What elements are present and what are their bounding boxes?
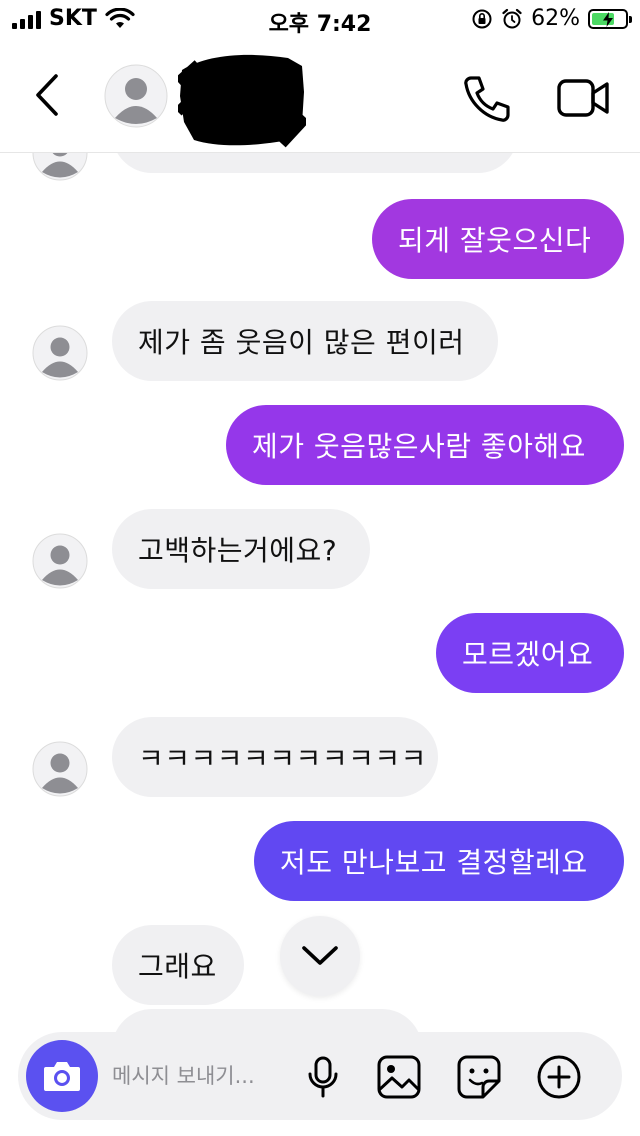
plus-circle-icon[interactable] — [536, 1054, 582, 1100]
message-thread[interactable]: 되게 잘웃으신다 제가 좀 웃음이 많은 편이러 제가 웃음많은사람 좋아해요 … — [0, 153, 640, 1033]
scroll-to-bottom-button[interactable] — [280, 916, 360, 996]
incoming-message-bubble[interactable] — [112, 153, 518, 173]
outgoing-message-bubble[interactable]: 저도 만나보고 결정할레요 — [254, 821, 624, 901]
status-right: 62% — [471, 6, 632, 31]
sender-avatar[interactable] — [32, 533, 88, 589]
image-icon[interactable] — [376, 1054, 422, 1100]
sender-avatar[interactable] — [32, 153, 88, 181]
alarm-icon — [502, 8, 522, 28]
camera-icon — [44, 1062, 80, 1091]
video-camera-icon — [557, 79, 609, 117]
incoming-message-bubble[interactable]: 고백하는거에요? — [112, 509, 370, 589]
incoming-message-bubble[interactable]: 제가 좀 웃음이 많은 편이러 — [112, 301, 498, 381]
chevron-down-icon — [302, 946, 338, 965]
sticker-icon[interactable] — [456, 1054, 502, 1100]
battery-icon — [588, 8, 632, 29]
voice-call-button[interactable] — [462, 74, 512, 124]
video-call-button[interactable] — [556, 76, 610, 120]
message-input[interactable] — [112, 1056, 302, 1096]
phone-icon — [464, 76, 510, 122]
message-composer — [18, 1032, 622, 1120]
sender-avatar[interactable] — [32, 741, 88, 797]
contact-avatar[interactable] — [104, 64, 168, 128]
sender-avatar[interactable] — [32, 325, 88, 381]
incoming-message-bubble[interactable]: 그래요 — [112, 925, 244, 1005]
incoming-message-bubble[interactable]: ㅋㅋㅋㅋㅋㅋㅋㅋㅋㅋㅋ — [112, 717, 438, 797]
back-button[interactable] — [26, 70, 70, 120]
orientation-lock-icon — [472, 9, 492, 28]
default-avatar-icon — [104, 64, 168, 128]
microphone-icon[interactable] — [300, 1054, 346, 1100]
incoming-message-bubble[interactable] — [112, 1009, 422, 1033]
outgoing-message-bubble[interactable]: 되게 잘웃으신다 — [372, 199, 624, 279]
camera-button[interactable] — [26, 1040, 98, 1112]
outgoing-message-bubble[interactable]: 제가 웃음많은사람 좋아해요 — [226, 405, 624, 485]
status-bar: SKT 오후 7:42 62% — [0, 0, 640, 40]
chat-header — [0, 40, 640, 153]
battery-percent: 62% — [531, 6, 580, 31]
redacted-contact-name[interactable] — [174, 52, 310, 148]
outgoing-message-bubble[interactable]: 모르겠어요 — [436, 613, 624, 693]
chevron-left-icon — [36, 74, 58, 116]
